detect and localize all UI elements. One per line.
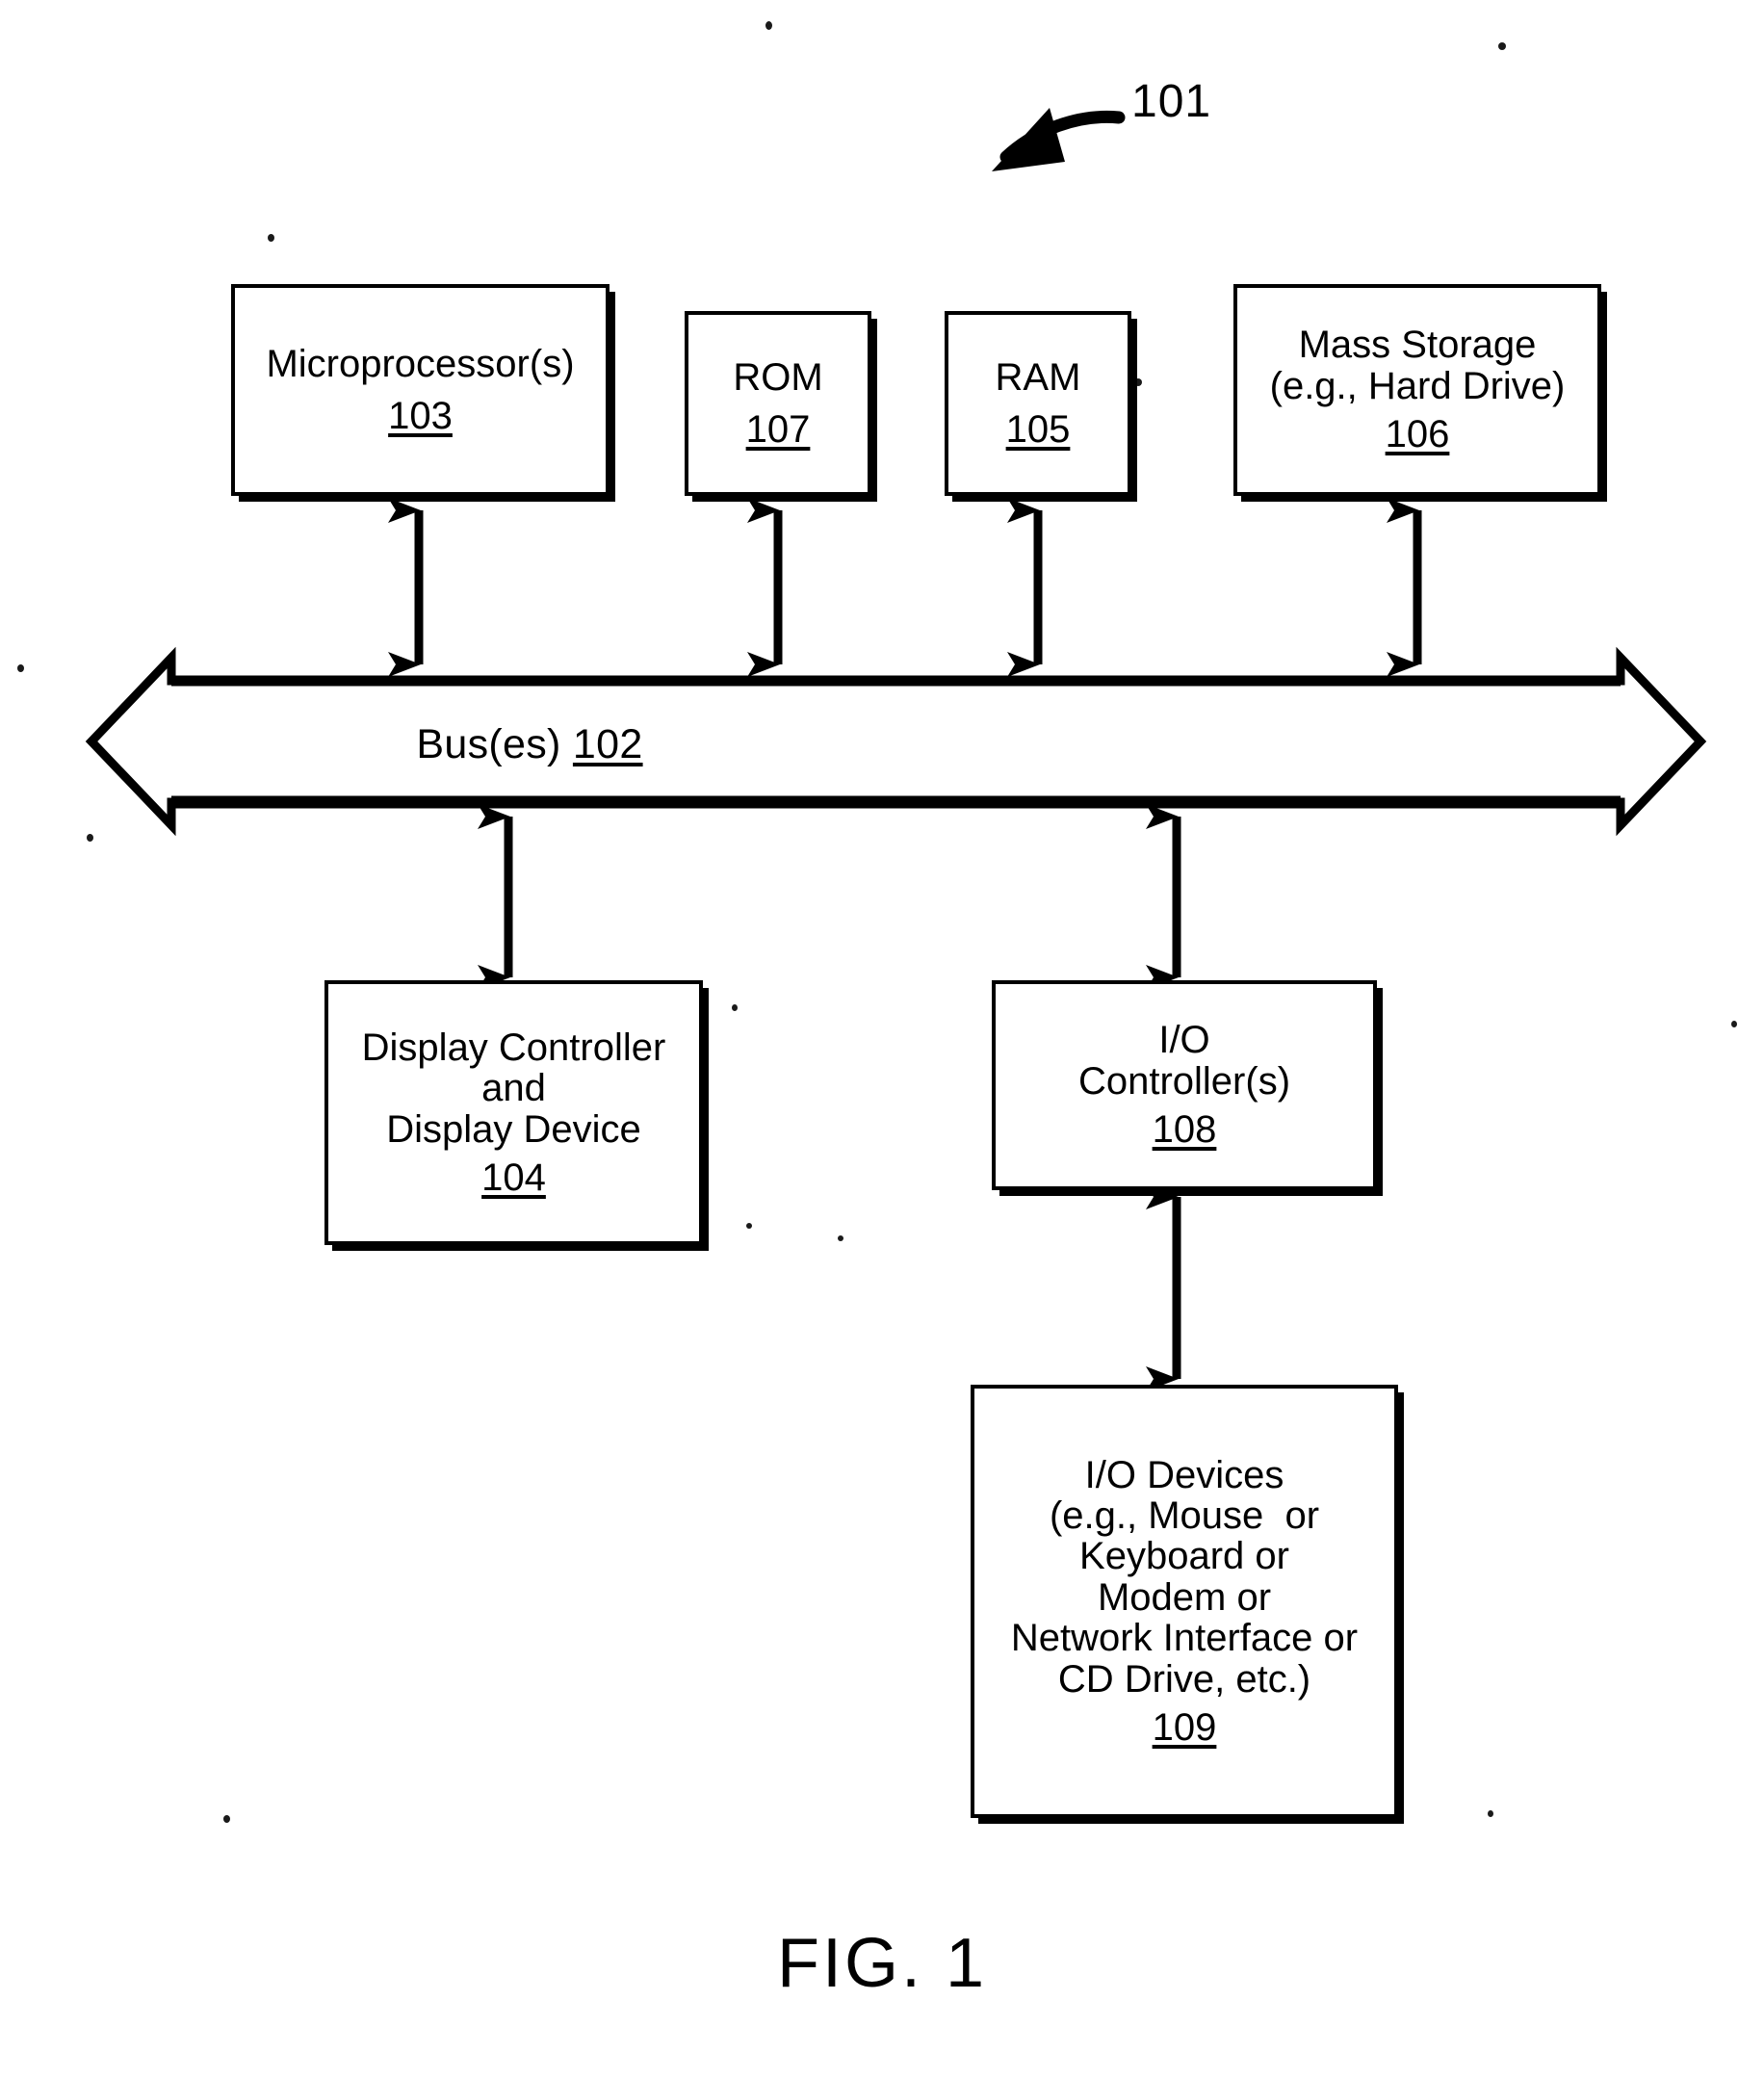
scan-speck — [746, 1223, 752, 1229]
block-microprocessor[interactable]: Microprocessor(s) 103 — [231, 284, 610, 496]
scan-speck — [1488, 1810, 1493, 1817]
figure-caption: FIG. 1 — [776, 1925, 988, 2002]
block-display-controller-line-0: Display Controller — [361, 1026, 666, 1069]
system-callout-101: 101 — [1131, 76, 1212, 127]
block-io-devices-line-3: Modem or — [1097, 1575, 1272, 1619]
block-io-devices-line-5: CD Drive, etc.) — [1057, 1657, 1311, 1701]
block-mass-storage[interactable]: Mass Storage (e.g., Hard Drive) 106 — [1233, 284, 1601, 496]
scan-speck — [87, 834, 93, 842]
block-rom[interactable]: ROM 107 — [685, 311, 871, 496]
scan-speck — [838, 1235, 843, 1241]
block-display-controller-line-1: and — [481, 1067, 546, 1110]
bus-label-wrapper: Bus(es) 102 — [0, 720, 1059, 778]
block-microprocessor-ref: 103 — [388, 395, 453, 437]
scan-speck — [732, 1004, 738, 1011]
block-io-controller-line-0: I/O — [1158, 1019, 1210, 1062]
scan-speck — [223, 1815, 230, 1823]
block-ram[interactable]: RAM 105 — [945, 311, 1131, 496]
block-mass-storage-line-0: Mass Storage — [1298, 324, 1537, 367]
block-display-controller-ref: 104 — [481, 1156, 546, 1199]
block-io-devices-line-4: Network Interface or — [1010, 1617, 1359, 1660]
bus-ref-number: 102 — [572, 721, 643, 767]
scan-speck — [268, 234, 274, 242]
block-display-controller-line-2: Display Device — [386, 1107, 641, 1151]
scan-speck — [1498, 42, 1506, 50]
block-io-controller-ref: 108 — [1152, 1108, 1217, 1152]
vertical-connectors — [388, 498, 1422, 677]
block-io-devices-line-2: Keyboard or — [1079, 1535, 1289, 1578]
block-io-devices-line-1: (e.g., Mouse or — [1049, 1494, 1320, 1538]
scan-speck — [1134, 378, 1142, 386]
block-io-devices[interactable]: I/O Devices (e.g., Mouse or Keyboard or … — [971, 1385, 1398, 1818]
bus-label: Bus(es) 102 — [327, 721, 732, 768]
block-mass-storage-line-1: (e.g., Hard Drive) — [1269, 364, 1566, 407]
scan-speck — [1731, 1021, 1737, 1027]
block-ram-ref: 105 — [1005, 408, 1071, 451]
scan-speck — [765, 21, 772, 30]
block-rom-ref: 107 — [745, 408, 811, 451]
block-io-controller[interactable]: I/O Controller(s) 108 — [992, 980, 1377, 1190]
block-display-controller[interactable]: Display Controller and Display Device 10… — [324, 980, 703, 1245]
block-microprocessor-line-0: Microprocessor(s) — [266, 342, 575, 385]
block-io-devices-line-0: I/O Devices — [1084, 1453, 1284, 1496]
bus-label-text: Bus(es) — [416, 721, 573, 767]
block-io-devices-ref: 109 — [1152, 1705, 1217, 1749]
block-mass-storage-ref: 106 — [1385, 413, 1450, 456]
block-ram-line-0: RAM — [995, 355, 1081, 399]
patent-figure: Bus(es) 102 101 Microprocessor(s) 103 RO… — [0, 0, 1764, 2078]
callout-arrow-101 — [992, 108, 1126, 171]
scan-speck — [17, 664, 24, 672]
block-io-controller-line-1: Controller(s) — [1077, 1059, 1291, 1103]
block-rom-line-0: ROM — [733, 355, 823, 399]
scan-speck — [246, 710, 251, 716]
